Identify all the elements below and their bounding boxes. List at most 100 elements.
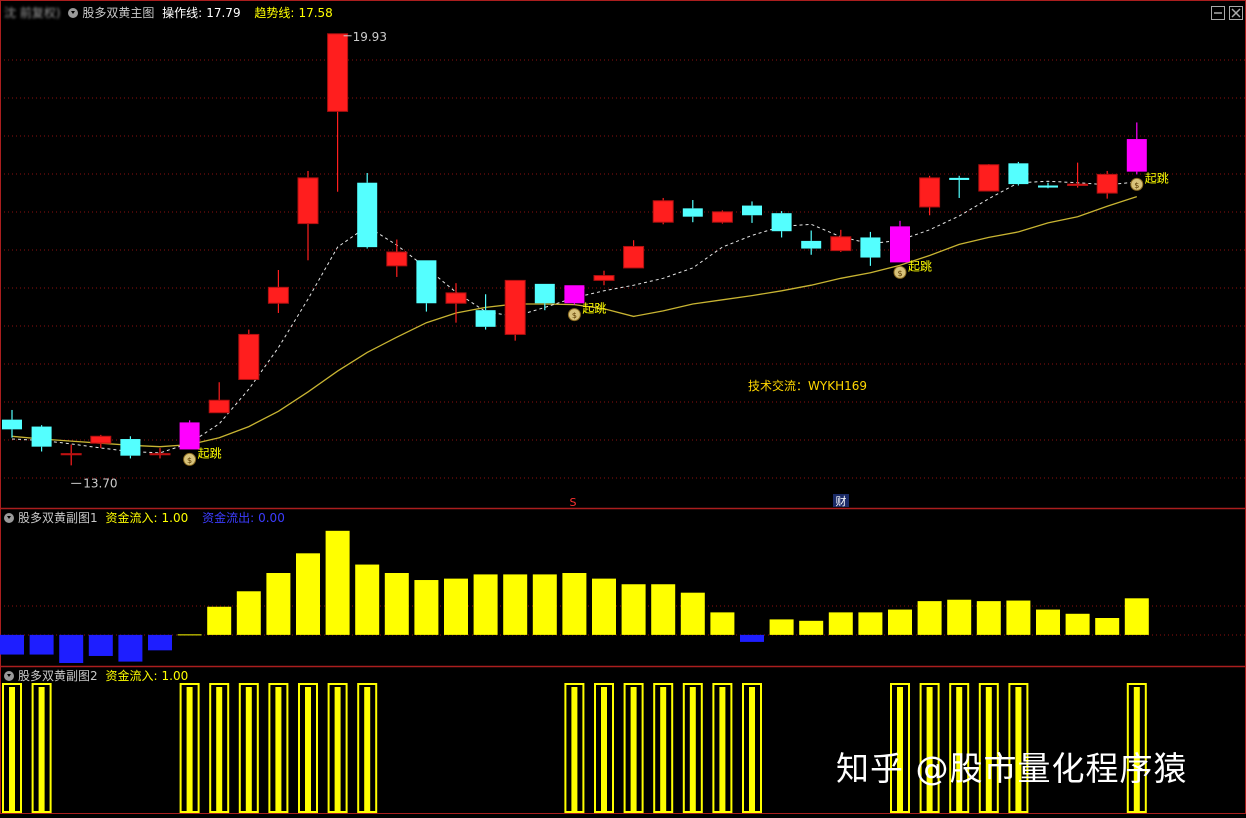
candle xyxy=(2,409,22,438)
flow-bar xyxy=(532,574,557,635)
zoom-out-icon[interactable] xyxy=(1211,6,1225,20)
candle: $ 起跳 xyxy=(179,420,222,466)
signal-label: 起跳 xyxy=(1145,171,1169,185)
candle-body xyxy=(416,260,437,304)
flow-bar xyxy=(917,601,942,635)
flow-bar xyxy=(592,578,616,635)
flow-bar xyxy=(976,601,1001,635)
candle-body xyxy=(1096,173,1118,194)
candle xyxy=(1096,170,1118,199)
candle-body xyxy=(120,439,141,456)
flow-bar xyxy=(236,591,261,635)
candle: $ 起跳 xyxy=(1126,122,1169,191)
candle: $ 起跳 xyxy=(564,285,606,322)
flow-bar xyxy=(562,573,587,635)
chart-root: $ 起跳 $ 起跳 $ 起跳 $ 起跳 19.93 13.70 技术交流：WYKH169 S 财 沈 前… xyxy=(0,0,1246,814)
candle xyxy=(149,448,171,459)
candle-body xyxy=(978,164,1000,192)
collapse-icon[interactable] xyxy=(68,8,79,18)
close-icon[interactable] xyxy=(1229,6,1243,20)
candle xyxy=(90,434,112,449)
candle xyxy=(445,283,467,323)
candle-body xyxy=(386,251,408,267)
candle xyxy=(208,382,230,414)
candle-body xyxy=(1126,139,1147,172)
flow-bar xyxy=(88,634,113,656)
flow-bar xyxy=(59,634,84,663)
signal-bar xyxy=(31,683,52,813)
candle xyxy=(31,425,52,452)
candle-body xyxy=(1008,163,1029,185)
candle xyxy=(60,444,82,466)
signal-bar-fill xyxy=(245,687,252,812)
signal-bar xyxy=(564,683,585,813)
collapse-icon[interactable] xyxy=(4,513,14,523)
candle-body xyxy=(652,200,674,223)
signal-bar xyxy=(238,683,259,813)
signal-bar-fill xyxy=(334,687,341,812)
signal-bar-fill xyxy=(305,687,311,812)
candle xyxy=(357,173,378,249)
flow-bar xyxy=(29,634,54,655)
candle xyxy=(238,329,260,380)
candle-body xyxy=(504,279,526,335)
main-panel: $ 起跳 $ 起跳 $ 起跳 $ 起跳 19.93 13.70 技术交流：WYKH169 S 财 xyxy=(2,30,1169,509)
flow-bar xyxy=(740,634,764,642)
candle-body xyxy=(475,310,496,327)
candle xyxy=(801,230,822,255)
main-indicator-name: 股多双黄主图 xyxy=(82,6,155,20)
candle-body xyxy=(1067,183,1089,186)
flow-bar xyxy=(355,564,380,635)
signal-bar xyxy=(623,683,644,813)
candle-body xyxy=(238,333,260,380)
flow-bar xyxy=(118,634,143,662)
high-label: 19.93 xyxy=(353,30,387,44)
signal-bar-fill xyxy=(186,687,193,812)
candle-body xyxy=(534,283,555,304)
signal-label: 起跳 xyxy=(582,302,606,316)
candle-body xyxy=(564,285,585,304)
money-bag-icon: $ xyxy=(897,269,902,278)
sub1-outflow-value: 0.00 xyxy=(258,511,285,525)
flow-bar xyxy=(503,574,528,635)
flow-bar xyxy=(1006,600,1031,635)
candle xyxy=(1038,182,1058,189)
money-bag-icon: $ xyxy=(187,456,192,465)
op-label: 操作线: xyxy=(162,6,203,20)
candle xyxy=(593,270,615,286)
tech-contact-label: 技术交流：WYKH169 xyxy=(748,378,867,393)
candle-body xyxy=(890,226,910,263)
main-header: 沈 前复权) 股多双黄主图 操作线: 17.79 趋势线: 17.58 xyxy=(4,5,337,21)
money-bag-icon: $ xyxy=(572,311,577,320)
candle-body xyxy=(623,245,645,269)
marker-cai: 财 xyxy=(836,494,847,508)
flow-bar xyxy=(444,578,468,635)
signal-label: 起跳 xyxy=(908,259,932,273)
collapse-icon[interactable] xyxy=(4,671,14,681)
candle-body xyxy=(179,422,200,450)
candle xyxy=(860,231,881,266)
flow-bar xyxy=(828,612,853,635)
signal-bar-fill xyxy=(9,687,15,812)
flow-bar xyxy=(888,609,912,635)
signal-bar xyxy=(742,683,762,813)
symbol-blurred: 沈 前复权) xyxy=(4,6,61,20)
candle-body xyxy=(267,286,289,304)
candle xyxy=(711,210,733,224)
flow-bar xyxy=(325,530,350,635)
candle xyxy=(919,175,941,216)
signal-bar xyxy=(594,683,614,813)
signal-bar xyxy=(682,683,703,813)
candle-body xyxy=(711,211,733,223)
signal-bar xyxy=(298,683,318,813)
signal-bar-fill xyxy=(630,687,637,812)
money-bag-icon: $ xyxy=(1134,181,1139,190)
candle xyxy=(771,211,792,238)
op-value: 17.79 xyxy=(206,6,241,20)
candle xyxy=(504,279,526,341)
candle xyxy=(652,197,674,225)
signal-bar-fill xyxy=(364,687,371,812)
candle-body xyxy=(860,237,881,258)
candle-body xyxy=(31,426,52,447)
signal-bar-fill xyxy=(571,687,578,812)
